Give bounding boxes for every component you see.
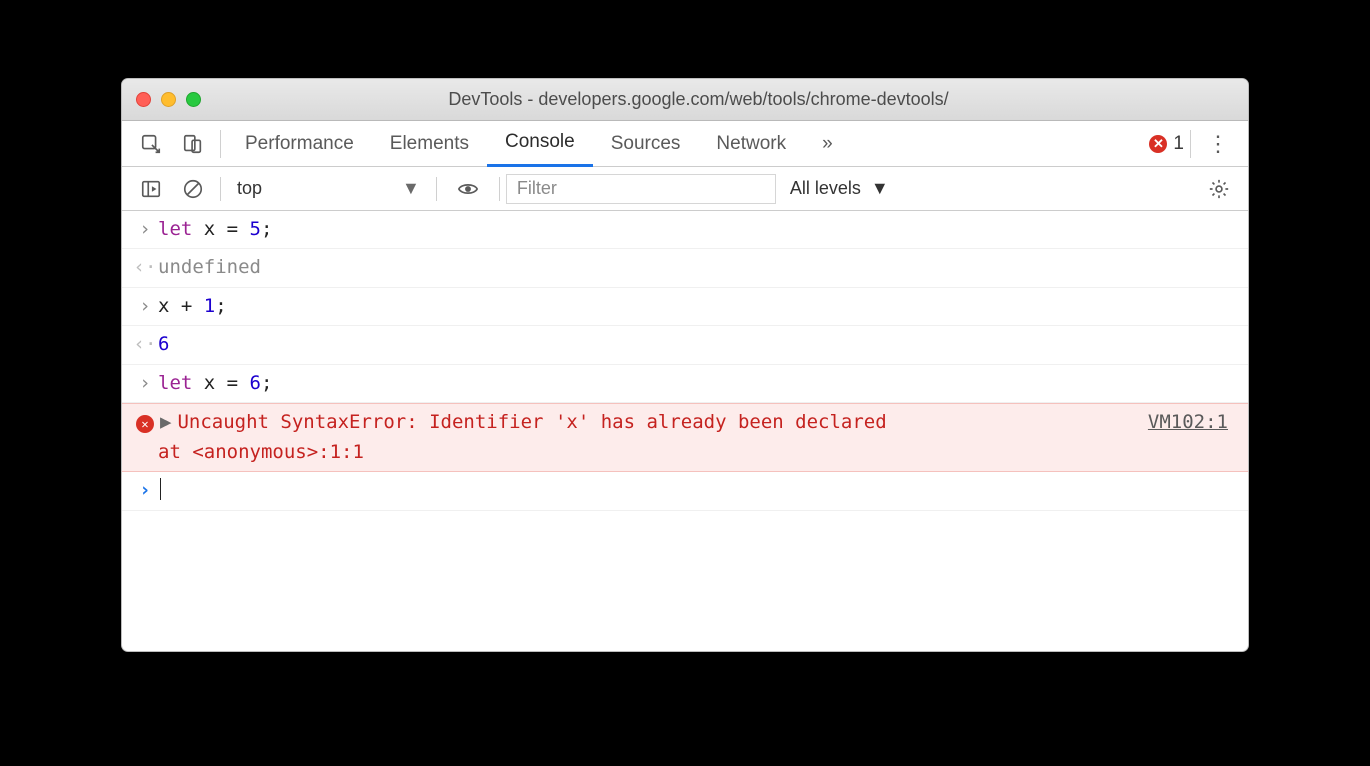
console-input-row[interactable]: ›let x = 5; [122,211,1248,249]
tab-network[interactable]: Network [698,121,804,167]
tab-sources[interactable]: Sources [593,121,699,167]
console-toolbar: top ▼ All levels ▼ [122,167,1248,211]
separator [220,130,221,158]
console-output[interactable]: ›let x = 5;‹·undefined›x + 1;‹·6›let x =… [122,211,1248,651]
console-error-row[interactable]: ✕ ▶Uncaught SyntaxError: Identifier 'x' … [122,403,1248,472]
console-prompt-row[interactable]: › [122,472,1248,510]
console-input-row[interactable]: ›x + 1; [122,288,1248,326]
main-tab-bar: Performance Elements Console Sources Net… [122,121,1248,167]
text-cursor [160,478,161,500]
tab-label: Network [716,133,786,155]
window-titlebar: DevTools - developers.google.com/web/too… [122,79,1248,121]
code-line: let x = 5; [158,215,272,244]
console-input[interactable] [158,476,161,505]
device-toolbar-button[interactable] [172,121,214,167]
separator [220,177,221,201]
inspect-icon [140,133,162,155]
more-options-button[interactable]: ⋮ [1197,121,1240,167]
clear-console-button[interactable] [172,166,214,212]
console-output-row[interactable]: ‹·6 [122,326,1248,364]
tab-label: Sources [611,133,681,155]
code-line: 6 [158,330,169,359]
code-line: x + 1; [158,292,227,321]
close-window-button[interactable] [136,92,151,107]
input-chevron-icon: › [132,292,158,321]
separator [436,177,437,201]
tab-performance[interactable]: Performance [227,121,372,167]
console-input-row[interactable]: ›let x = 6; [122,365,1248,403]
error-gutter: ✕ [132,408,158,437]
traffic-lights [136,92,201,107]
inspect-element-button[interactable] [130,121,172,167]
tab-label: Performance [245,133,354,155]
console-output-row[interactable]: ‹·undefined [122,249,1248,287]
separator [1190,130,1191,158]
toggle-console-sidebar-button[interactable] [130,166,172,212]
eye-icon [457,178,479,200]
expand-triangle-icon[interactable]: ▶ [160,411,171,433]
prompt-icon: › [132,476,158,505]
chevron-down-icon: ▼ [871,178,889,199]
window-title: DevTools - developers.google.com/web/too… [223,89,1234,110]
error-icon: ✕ [1149,135,1167,153]
error-message: ▶Uncaught SyntaxError: Identifier 'x' ha… [158,408,1148,467]
gear-icon [1208,178,1230,200]
levels-label: All levels [790,178,861,199]
context-label: top [237,178,262,199]
code-line: undefined [158,253,261,282]
error-icon: ✕ [136,415,154,433]
input-chevron-icon: › [132,215,158,244]
output-chevron-icon: ‹· [132,253,158,282]
filter-input[interactable] [506,174,776,204]
clear-icon [182,178,204,200]
output-chevron-icon: ‹· [132,330,158,359]
error-count: 1 [1173,133,1184,155]
device-icon [182,133,204,155]
overflow-icon: » [822,133,833,155]
tab-label: Console [505,131,575,153]
minimize-window-button[interactable] [161,92,176,107]
log-levels-selector[interactable]: All levels ▼ [776,178,903,199]
sidebar-icon [140,178,162,200]
error-count-badge[interactable]: ✕ 1 [1149,133,1184,155]
kebab-icon: ⋮ [1207,131,1230,157]
context-selector[interactable]: top ▼ [227,178,430,199]
input-chevron-icon: › [132,369,158,398]
devtools-window: DevTools - developers.google.com/web/too… [121,78,1249,652]
error-source-link[interactable]: VM102:1 [1148,408,1238,467]
chevron-down-icon: ▼ [402,178,420,199]
separator [499,177,500,201]
tab-console[interactable]: Console [487,121,593,167]
console-settings-button[interactable] [1198,166,1240,212]
live-expression-button[interactable] [443,166,493,212]
zoom-window-button[interactable] [186,92,201,107]
tab-label: Elements [390,133,469,155]
code-line: let x = 6; [158,369,272,398]
tab-elements[interactable]: Elements [372,121,487,167]
tabs-overflow-button[interactable]: » [804,121,851,167]
